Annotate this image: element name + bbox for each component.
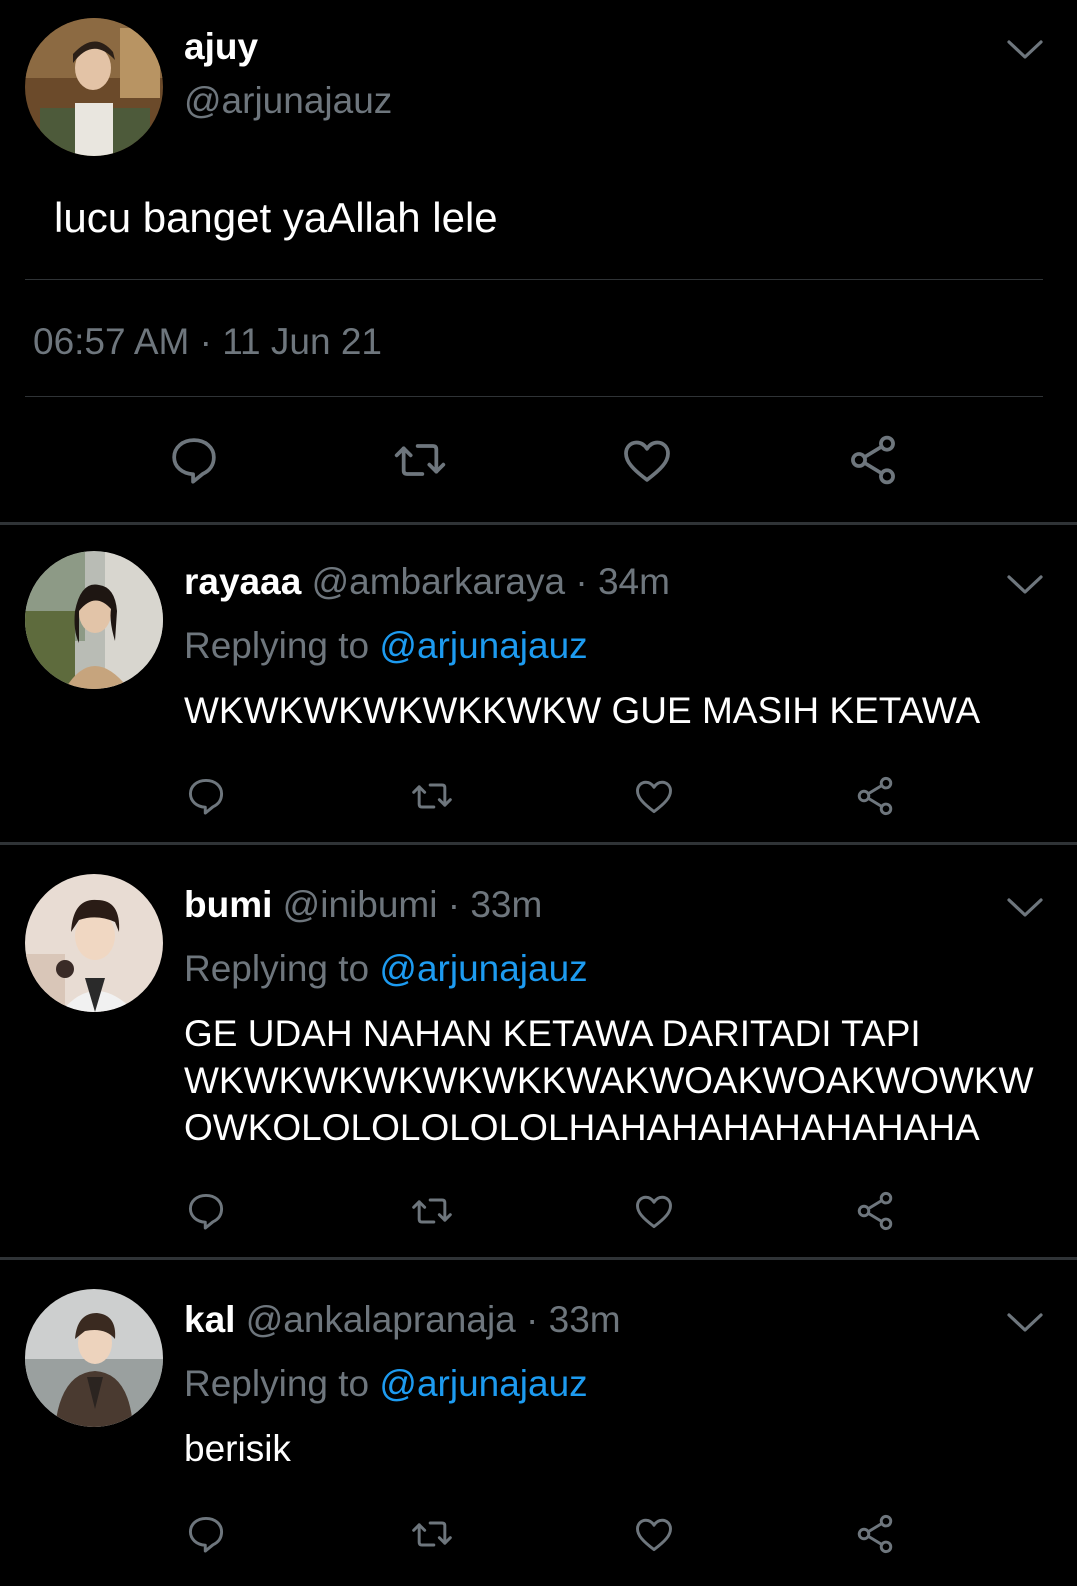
reply-time[interactable]: 33m (549, 1299, 621, 1340)
avatar[interactable] (25, 551, 163, 689)
tweet-timestamp[interactable]: 06:57 AM · 11 Jun 21 (33, 321, 382, 363)
reply-text: GE UDAH NAHAN KETAWA DARITADI TAPI WKWKW… (184, 1010, 1064, 1151)
divider (0, 1257, 1077, 1260)
chevron-down-icon[interactable] (1005, 38, 1045, 62)
avatar[interactable] (25, 1289, 163, 1427)
reply-text: WKWKWKWKWKKWKW GUE MASIH KETAWA (184, 690, 981, 731)
reply-tweet[interactable]: bumi @inibumi · 33m Replying to @arjunaj… (0, 848, 1077, 1258)
chevron-down-icon[interactable] (1005, 573, 1045, 597)
replying-to-link[interactable]: @arjunajauz (379, 625, 587, 666)
author-handle[interactable]: @ambarkaraya (312, 561, 566, 602)
author-name[interactable]: rayaaa (184, 561, 301, 602)
like-icon[interactable] (632, 1189, 676, 1233)
replying-to-link[interactable]: @arjunajauz (379, 948, 587, 989)
author-handle[interactable]: @arjunajauz (184, 80, 392, 122)
retweet-icon[interactable] (410, 1512, 454, 1556)
divider (0, 842, 1077, 845)
reply-text-line: OWKOLOLOLOLOLOLHAHAHAHAHAHAHAHA (184, 1107, 980, 1148)
reply-header: bumi @inibumi · 33m (184, 884, 542, 926)
reply-icon[interactable] (184, 1189, 228, 1233)
author-handle[interactable]: @ankalapranaja (246, 1299, 516, 1340)
separator-dot: · (526, 1299, 539, 1340)
reply-icon[interactable] (184, 774, 228, 818)
replying-to: Replying to @arjunajauz (184, 1363, 588, 1405)
chevron-down-icon[interactable] (1005, 1311, 1045, 1335)
reply-icon[interactable] (166, 432, 222, 488)
share-icon[interactable] (845, 432, 901, 488)
reply-text-line: GE UDAH NAHAN KETAWA DARITADI TAPI (184, 1013, 921, 1054)
replying-to-label: Replying to (184, 1363, 370, 1404)
reply-text: berisik (184, 1428, 291, 1469)
reply-tweet[interactable]: kal @ankalapranaja · 33m Replying to @ar… (0, 1263, 1077, 1586)
reply-header: rayaaa @ambarkaraya · 34m (184, 561, 670, 603)
share-icon[interactable] (853, 1512, 897, 1556)
retweet-icon[interactable] (392, 432, 448, 488)
retweet-icon[interactable] (410, 1189, 454, 1233)
author-name[interactable]: bumi (184, 884, 272, 925)
avatar[interactable] (25, 874, 163, 1012)
reply-header: kal @ankalapranaja · 33m (184, 1299, 621, 1341)
like-icon[interactable] (632, 774, 676, 818)
avatar[interactable] (25, 18, 163, 156)
replying-to-label: Replying to (184, 948, 370, 989)
share-icon[interactable] (853, 1189, 897, 1233)
like-icon[interactable] (632, 1512, 676, 1556)
divider (25, 279, 1043, 280)
tweet-text: lucu banget yaAllah lele (54, 194, 498, 241)
main-tweet: ajuy @arjunajauz lucu banget yaAllah lel… (0, 0, 1077, 527)
reply-text-line: WKWKWKWKWKWKKWAKWOAKWOAKWOWKW (184, 1060, 1034, 1101)
reply-time[interactable]: 33m (470, 884, 542, 925)
replying-to: Replying to @arjunajauz (184, 948, 588, 990)
replying-to-link[interactable]: @arjunajauz (379, 1363, 587, 1404)
reply-time[interactable]: 34m (598, 561, 670, 602)
separator-dot: · (575, 561, 588, 602)
reply-tweet[interactable]: rayaaa @ambarkaraya · 34m Replying to @a… (0, 525, 1077, 843)
like-icon[interactable] (619, 432, 675, 488)
author-handle[interactable]: @inibumi (283, 884, 438, 925)
chevron-down-icon[interactable] (1005, 896, 1045, 920)
separator-dot: · (447, 884, 461, 925)
share-icon[interactable] (853, 774, 897, 818)
author-name[interactable]: ajuy (184, 26, 258, 68)
replying-to: Replying to @arjunajauz (184, 625, 588, 667)
author-name[interactable]: kal (184, 1299, 235, 1340)
replying-to-label: Replying to (184, 625, 370, 666)
reply-icon[interactable] (184, 1512, 228, 1556)
divider (25, 396, 1043, 397)
retweet-icon[interactable] (410, 774, 454, 818)
